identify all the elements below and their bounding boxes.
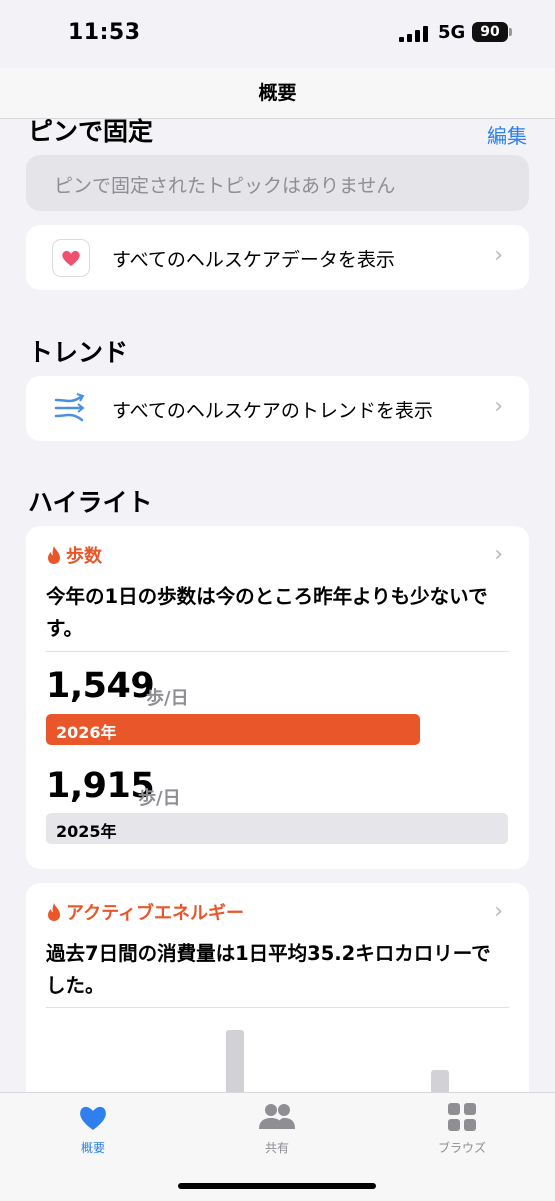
- pinned-section-title: ピンで固定: [28, 117, 154, 146]
- home-indicator: [178, 1183, 376, 1189]
- chevron-right-icon: ›: [494, 243, 503, 268]
- chevron-right-icon: ›: [494, 542, 503, 567]
- edit-button[interactable]: 編集: [487, 120, 527, 149]
- trends-icon: [54, 393, 85, 422]
- grid-icon: [448, 1103, 476, 1131]
- steps-current-unit: 歩/日: [146, 688, 189, 709]
- chevron-right-icon: ›: [494, 394, 503, 419]
- cellular-signal-icon: [399, 26, 428, 42]
- steps-category-label: 歩数: [66, 546, 102, 567]
- divider: [46, 1007, 509, 1008]
- battery-icon: 90: [472, 22, 508, 42]
- health-app-tile: [52, 239, 90, 277]
- chevron-right-icon: ›: [494, 899, 503, 924]
- status-bar: 11:53 5G 90: [0, 0, 555, 68]
- steps-previous-unit: 歩/日: [138, 788, 181, 809]
- flame-icon: [48, 546, 60, 564]
- steps-summary: 今年の1日の歩数は今のところ昨年よりも少ないです。: [46, 585, 488, 640]
- pinned-empty-text: ピンで固定されたトピックはありません: [54, 175, 396, 197]
- divider: [46, 651, 509, 652]
- pinned-empty-state: ピンで固定されたトピックはありません: [26, 155, 529, 211]
- steps-current-value: 1,549: [46, 666, 155, 706]
- show-all-trends-row[interactable]: すべてのヘルスケアのトレンドを表示 ›: [26, 376, 529, 441]
- highlights-section-title: ハイライト: [28, 488, 153, 517]
- show-all-trends-label: すべてのヘルスケアのトレンドを表示: [112, 400, 433, 422]
- energy-summary: 過去7日間の消費量は1日平均35.2キロカロリーでした。: [46, 942, 491, 997]
- steps-previous-year: 2025年: [56, 822, 117, 841]
- people-icon: [259, 1104, 295, 1129]
- battery-tip: [509, 28, 512, 36]
- trends-section-title: トレンド: [28, 338, 129, 367]
- show-all-data-row[interactable]: すべてのヘルスケアデータを表示 ›: [26, 225, 529, 290]
- show-all-data-label: すべてのヘルスケアデータを表示: [112, 249, 395, 271]
- steps-category: 歩数: [46, 542, 102, 568]
- network-type: 5G: [438, 22, 466, 43]
- status-time: 11:53: [68, 20, 141, 45]
- heart-icon: [80, 1106, 106, 1130]
- energy-category-label: アクティブエネルギー: [66, 903, 245, 924]
- steps-previous-bar: 2025年: [46, 813, 508, 844]
- flame-icon: [48, 903, 60, 921]
- energy-category: アクティブエネルギー: [46, 899, 244, 925]
- tab-browse-label: ブラウズ: [437, 1141, 486, 1155]
- page-title: 概要: [258, 82, 297, 104]
- tab-summary-label: 概要: [80, 1141, 105, 1155]
- steps-current-bar: 2026年: [46, 714, 420, 745]
- heart-icon: [62, 250, 80, 266]
- tab-sharing-label: 共有: [264, 1141, 289, 1155]
- steps-current-year: 2026年: [56, 723, 117, 742]
- steps-highlight-card[interactable]: 歩数 › 今年の1日の歩数は今のところ昨年よりも少ないです。 1,549 歩/日…: [26, 526, 529, 869]
